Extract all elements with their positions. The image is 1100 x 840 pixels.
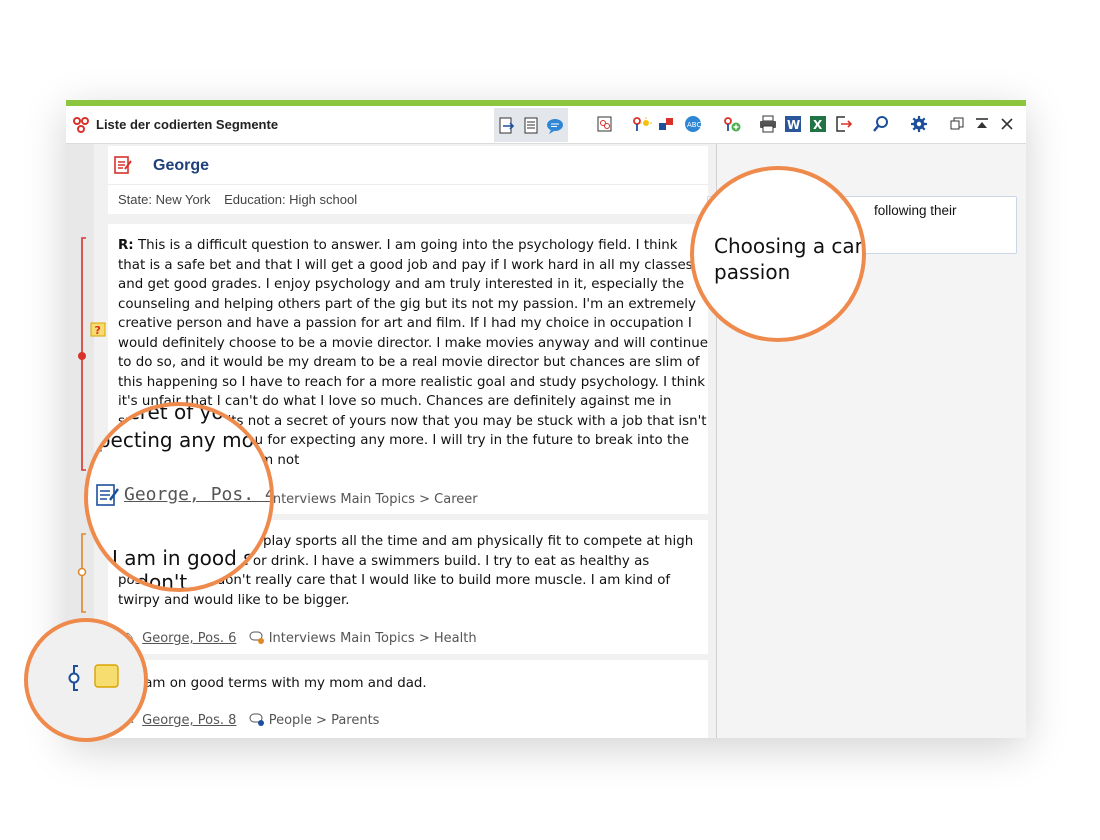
window-title: Liste der codierten Segmente (96, 117, 279, 132)
code-path[interactable]: Interviews Main Topics > Career (269, 492, 478, 507)
document-icon (114, 156, 132, 174)
memo-question-icon[interactable]: ? (90, 322, 106, 338)
document-header: George (108, 146, 708, 184)
code-filter-icon[interactable] (594, 113, 616, 135)
zoom-seg1-line-2: xpecting any mo (86, 428, 254, 452)
code-path[interactable]: Interviews Main Topics > Health (269, 631, 477, 646)
excel-export-icon[interactable]: X (807, 113, 829, 135)
export-icon[interactable] (833, 113, 855, 135)
coded-segment[interactable]: I am on good terms with my mom and dad. … (108, 660, 708, 738)
spellcheck-icon[interactable]: ABC (682, 113, 704, 135)
code-tag-icon (249, 631, 264, 644)
zoom-circle-segment-1: secret of you xpecting any mo George, Po… (84, 402, 274, 592)
segment-text: I am on good terms with my mom and dad. (136, 676, 427, 691)
svg-text:X: X (813, 118, 823, 132)
segment-meta: ✎ George, Pos. 8 People > Parents (124, 712, 379, 728)
zoom-document-link: George, Pos. 4 (124, 484, 274, 505)
add-code-icon[interactable] (721, 113, 743, 135)
svg-text:W: W (787, 118, 800, 132)
zoom-circle-memo-icon (24, 618, 148, 742)
document-link[interactable]: George, Pos. 8 (142, 713, 236, 728)
segment-meta: ✎ George, Pos. 6 Interviews Main Topics … (124, 630, 477, 646)
svg-text:ABC: ABC (687, 121, 701, 129)
view-toolbar-group (494, 108, 568, 142)
document-link[interactable]: George, Pos. 6 (142, 631, 236, 646)
zoom-seg1-line-1: secret of you (106, 402, 237, 424)
print-icon[interactable] (757, 113, 779, 135)
word-export-icon[interactable]: W (782, 113, 804, 135)
speech-bubble-icon[interactable] (544, 115, 566, 137)
zoom-circle-comment: Choosing a care passion (690, 166, 866, 342)
zoom-seg2-line-1: I am in good sh (112, 546, 267, 570)
zoom-code-bracket (68, 665, 80, 691)
search-icon[interactable] (870, 113, 892, 135)
title-bar: Liste der codierten Segmente ABC W X (66, 106, 1026, 144)
close-icon[interactable] (996, 113, 1018, 135)
segment-meta: Interviews Main Topics > Career (263, 492, 478, 507)
svg-text:?: ? (95, 324, 101, 337)
comment-text-tail: following their (874, 203, 957, 218)
variable-education: Education: High school (224, 192, 358, 207)
zoom-comment-line-2: passion (714, 260, 791, 284)
zoom-memo-icon (94, 664, 119, 688)
activate-icon[interactable] (631, 113, 653, 135)
speaker-label: R: (118, 238, 134, 253)
code-tag-icon (249, 713, 264, 726)
document-variables: State: New York Education: High school (108, 184, 708, 214)
settings-icon[interactable] (908, 113, 930, 135)
restore-icon[interactable] (946, 113, 968, 135)
code-path[interactable]: People > Parents (269, 713, 380, 728)
variable-state: State: New York (118, 192, 211, 207)
collapse-up-icon[interactable] (971, 113, 993, 135)
export-view-icon[interactable] (496, 115, 518, 137)
zoom-document-link-icon (96, 484, 119, 506)
zoom-comment-line-1: Choosing a care (714, 234, 866, 258)
coded-segments-app-icon (73, 117, 89, 133)
color-filter-icon[interactable] (656, 113, 678, 135)
document-name: George (153, 157, 210, 174)
list-view-icon[interactable] (520, 115, 542, 137)
